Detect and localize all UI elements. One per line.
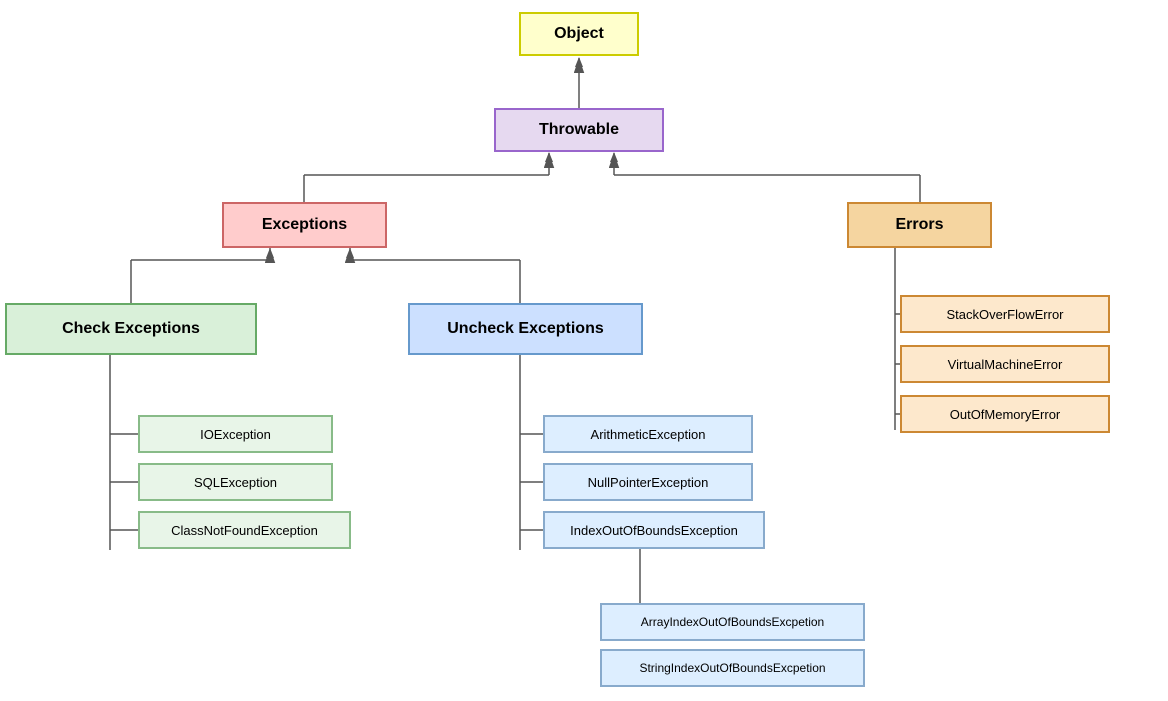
node-outofmemory: OutOfMemoryError	[900, 395, 1110, 433]
node-virtualmachine-label: VirtualMachineError	[948, 357, 1063, 372]
node-ioexception-label: IOException	[200, 427, 271, 442]
node-object-label: Object	[554, 25, 604, 43]
node-uncheck-exceptions-label: Uncheck Exceptions	[447, 320, 604, 338]
node-object: Object	[519, 12, 639, 56]
node-exceptions-label: Exceptions	[262, 216, 347, 234]
node-arithmetic-label: ArithmeticException	[591, 427, 706, 442]
node-classnotfound: ClassNotFoundException	[138, 511, 351, 549]
node-check-exceptions-label: Check Exceptions	[62, 320, 200, 338]
node-outofmemory-label: OutOfMemoryError	[950, 407, 1061, 422]
node-ioexception: IOException	[138, 415, 333, 453]
node-stackoverflow: StackOverFlowError	[900, 295, 1110, 333]
node-indexoutofbounds-label: IndexOutOfBoundsException	[570, 523, 738, 538]
node-classnotfound-label: ClassNotFoundException	[171, 523, 318, 538]
node-indexoutofbounds: IndexOutOfBoundsException	[543, 511, 765, 549]
node-arithmetic: ArithmeticException	[543, 415, 753, 453]
node-errors-label: Errors	[895, 216, 943, 234]
node-errors: Errors	[847, 202, 992, 248]
node-nullpointer-label: NullPointerException	[588, 475, 709, 490]
node-sqlexception-label: SQLException	[194, 475, 277, 490]
diagram: Object Throwable Exceptions Errors Check…	[0, 0, 1168, 701]
node-stackoverflow-label: StackOverFlowError	[946, 307, 1063, 322]
node-stringindex: StringIndexOutOfBoundsExcpetion	[600, 649, 865, 687]
node-arrayindex-label: ArrayIndexOutOfBoundsExcpetion	[641, 615, 824, 629]
node-uncheck-exceptions: Uncheck Exceptions	[408, 303, 643, 355]
node-virtualmachine: VirtualMachineError	[900, 345, 1110, 383]
node-check-exceptions: Check Exceptions	[5, 303, 257, 355]
node-sqlexception: SQLException	[138, 463, 333, 501]
node-nullpointer: NullPointerException	[543, 463, 753, 501]
node-stringindex-label: StringIndexOutOfBoundsExcpetion	[639, 661, 825, 675]
node-throwable-label: Throwable	[539, 121, 619, 139]
node-arrayindex: ArrayIndexOutOfBoundsExcpetion	[600, 603, 865, 641]
node-exceptions: Exceptions	[222, 202, 387, 248]
node-throwable: Throwable	[494, 108, 664, 152]
